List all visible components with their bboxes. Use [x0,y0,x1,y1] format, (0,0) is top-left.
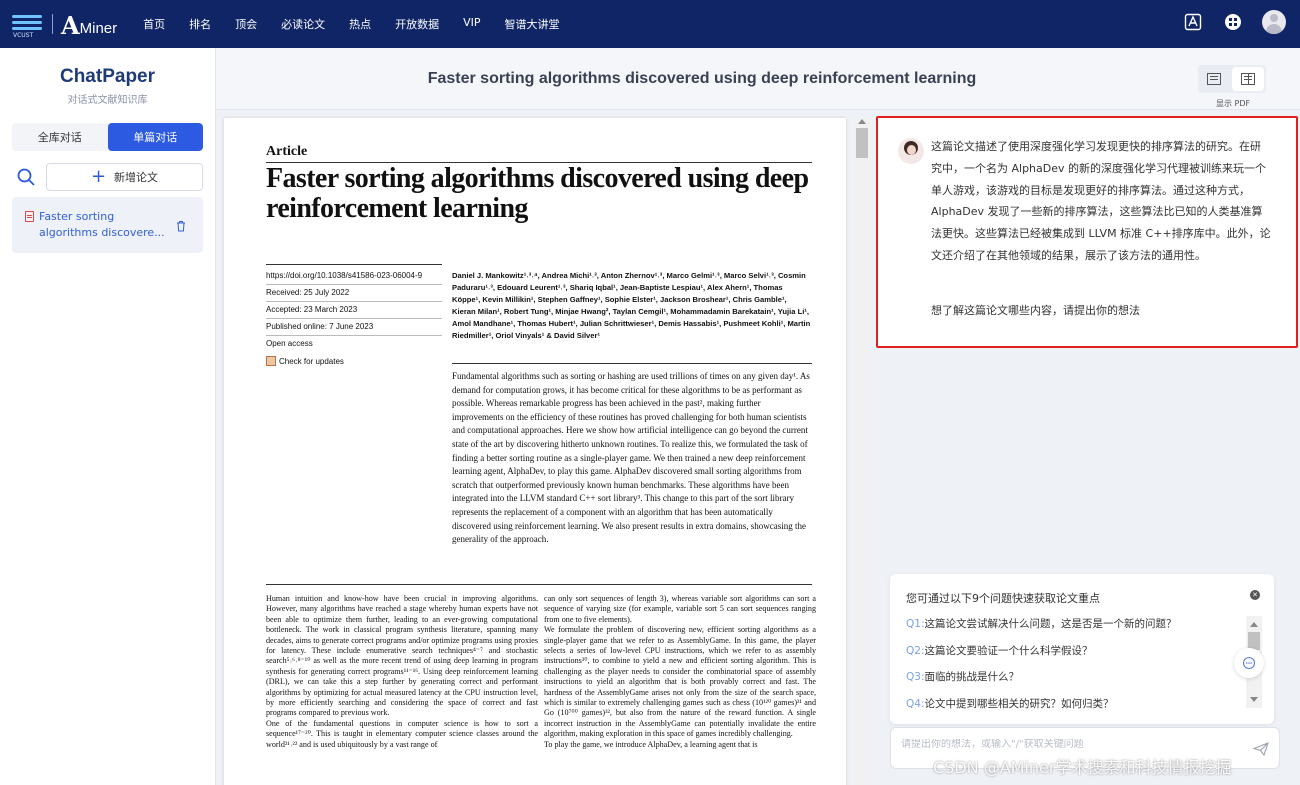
suggested-questions-panel: 您可通过以下9个问题快速获取论文重点 ✕ Q1:这篇论文尝试解决什么问题，这是否… [890,574,1274,724]
question-text: 这篇论文尝试解决什么问题，这是否是一个新的问题？ [924,618,1177,630]
nav-hot[interactable]: 热点 [349,16,371,32]
chat-bubble-icon [1242,656,1256,670]
pdf-body-right: can only sort sequences of length 3), wh… [544,594,816,749]
bot-message: 这篇论文描述了使用深度强化学习发现更快的排序算法的研究。在研究中，一个名为 Al… [876,116,1298,348]
aminer-logo-text: Miner [79,20,118,37]
suggested-question[interactable]: Q2:这篇论文要验证一个什么科学假设？ [906,643,1236,670]
pdf-scroll-thumb[interactable] [856,128,868,158]
nav-conferences[interactable]: 顶会 [235,16,257,32]
paper-actions-row: + 新增论文 [16,163,203,191]
translate-icon[interactable] [1182,11,1204,33]
pdf-article-title: Faster sorting algorithms discovered usi… [266,163,809,224]
suggested-questions-header: 您可通过以下9个问题快速获取论文重点 [906,592,1100,605]
search-icon[interactable] [16,167,36,187]
plus-icon: + [90,166,107,187]
pdf-abstract-rule [452,363,812,364]
bot-prompt-text: 想了解这篇论文哪些内容，请提出你的想法 [931,304,1140,317]
check-updates-label: Check for updates [279,356,344,366]
single-page-icon [1207,73,1221,85]
logo-area[interactable]: VCUST A Miner [12,0,117,48]
pdf-meta-rule [266,264,442,265]
delete-icon[interactable] [176,217,186,232]
chat-bubble-button[interactable] [1234,648,1264,678]
pdf-open-access: Open access [266,339,313,348]
pdf-scrollbar[interactable] [854,118,870,785]
single-view-button[interactable] [1198,65,1230,93]
add-paper-button[interactable]: + 新增论文 [46,163,203,191]
tab-single-paper-chat[interactable]: 单篇对话 [107,123,203,151]
split-view-button[interactable] [1232,67,1264,91]
question-text: 这篇论文要验证一个什么科学假设？ [924,644,1093,657]
scroll-up-arrow-icon[interactable] [858,119,866,124]
scroll-up-arrow-icon[interactable] [1250,622,1258,627]
pdf-published: Published online: 7 June 2023 [266,319,442,336]
nav-must-read[interactable]: 必读论文 [281,16,325,32]
nav-ranking[interactable]: 排名 [189,16,211,32]
suggested-question[interactable]: Q4:论文中提到哪些相关的研究？如何归类？ [906,696,1236,717]
sidebar-title: ChatPaper [59,66,156,87]
nav-open-data[interactable]: 开放数据 [395,16,439,32]
suggested-questions-list: Q1:这篇论文尝试解决什么问题，这是否是一个新的问题？ Q2:这篇论文要验证一个… [906,616,1236,716]
view-toggle [1198,65,1266,93]
send-icon[interactable] [1252,741,1269,757]
pdf-meta-column: https://doi.org/10.1038/s41586-023-06004… [266,268,442,366]
logo-divider [52,14,53,34]
scroll-down-arrow-icon[interactable] [1250,697,1258,702]
split-page-icon [1241,73,1255,85]
chat-input[interactable] [901,739,1241,750]
bot-summary-text: 这篇论文描述了使用深度强化学习发现更快的排序算法的研究。在研究中，一个名为 Al… [931,140,1271,262]
question-number: Q4: [906,697,925,710]
csdn-watermark: CSDN @AMiner学术搜索和科技情报挖掘 [933,758,1232,777]
show-pdf-label: 显示 PDF [1216,99,1251,108]
pdf-authors: Daniel J. Mankowitz¹˒³˒⁴, Andrea Michi¹˒… [452,271,811,340]
question-number: Q1: [906,618,925,630]
check-updates-link[interactable]: Check for updates [266,356,442,366]
pdf-received: Received: 25 July 2022 [266,285,442,302]
chat-panel: 这篇论文描述了使用深度强化学习发现更快的排序算法的研究。在研究中，一个名为 Al… [870,110,1300,785]
top-right-icons [1164,10,1286,34]
suggested-question[interactable]: Q1:这篇论文尝试解决什么问题，这是否是一个新的问题？ [906,616,1236,643]
pdf-viewer: Article Faster sorting algorithms discov… [216,110,870,785]
main-nav: 首页 排名 顶会 必读论文 热点 开放数据 VIP 智谱大讲堂 [143,16,583,32]
aminer-logo-a: A [61,11,80,40]
assistant-avatar [898,138,924,164]
vcust-logo: VCUST [12,12,42,39]
nav-lecture[interactable]: 智谱大讲堂 [505,16,560,32]
question-text: 论文中提到哪些相关的研究？如何归类？ [924,697,1114,710]
aminer-logo: A Miner [61,9,117,39]
apps-grid-icon[interactable] [1222,11,1244,33]
question-text: 面临的挑战是什么？ [924,671,1019,683]
question-number: Q2: [906,644,925,657]
check-updates-icon [266,356,276,366]
pdf-file-icon [25,211,34,222]
pdf-abstract: Fundamental algorithms such as sorting o… [452,371,810,545]
nav-vip[interactable]: VIP [463,16,480,32]
pdf-body-rule [266,584,812,585]
sidebar: ChatPaper 对话式文献知识库 全库对话 单篇对话 + 新增论文 Fast… [0,48,216,785]
add-paper-label: 新增论文 [114,171,159,184]
user-avatar[interactable] [1262,10,1286,34]
paper-list-item-label: Faster sorting algorithms discovere... [39,210,165,239]
pdf-accepted: Accepted: 23 March 2023 [266,302,442,319]
pdf-doi[interactable]: https://doi.org/10.1038/s41586-023-06004… [266,268,442,285]
pdf-article-label: Article [266,144,308,159]
paper-title: Faster sorting algorithms discovered usi… [427,70,977,87]
paper-header: Faster sorting algorithms discovered usi… [216,48,1300,110]
sidebar-subtitle: 对话式文献知识库 [67,95,148,106]
nav-home[interactable]: 首页 [143,16,165,32]
top-navbar: VCUST A Miner 首页 排名 顶会 必读论文 热点 开放数据 VIP … [0,0,1300,48]
pdf-page: Article Faster sorting algorithms discov… [224,118,846,785]
paper-list-item[interactable]: Faster sorting algorithms discovere... [12,197,203,253]
pdf-body-left: Human intuition and know-how have been c… [266,594,538,749]
suggested-question[interactable]: Q3:面临的挑战是什么？ [906,669,1236,696]
chat-mode-tabs: 全库对话 单篇对话 [12,123,203,151]
close-icon[interactable]: ✕ [1250,590,1260,600]
tab-library-chat[interactable]: 全库对话 [12,123,108,151]
vcust-logo-text: VCUST [13,32,34,39]
question-number: Q3: [906,671,925,683]
